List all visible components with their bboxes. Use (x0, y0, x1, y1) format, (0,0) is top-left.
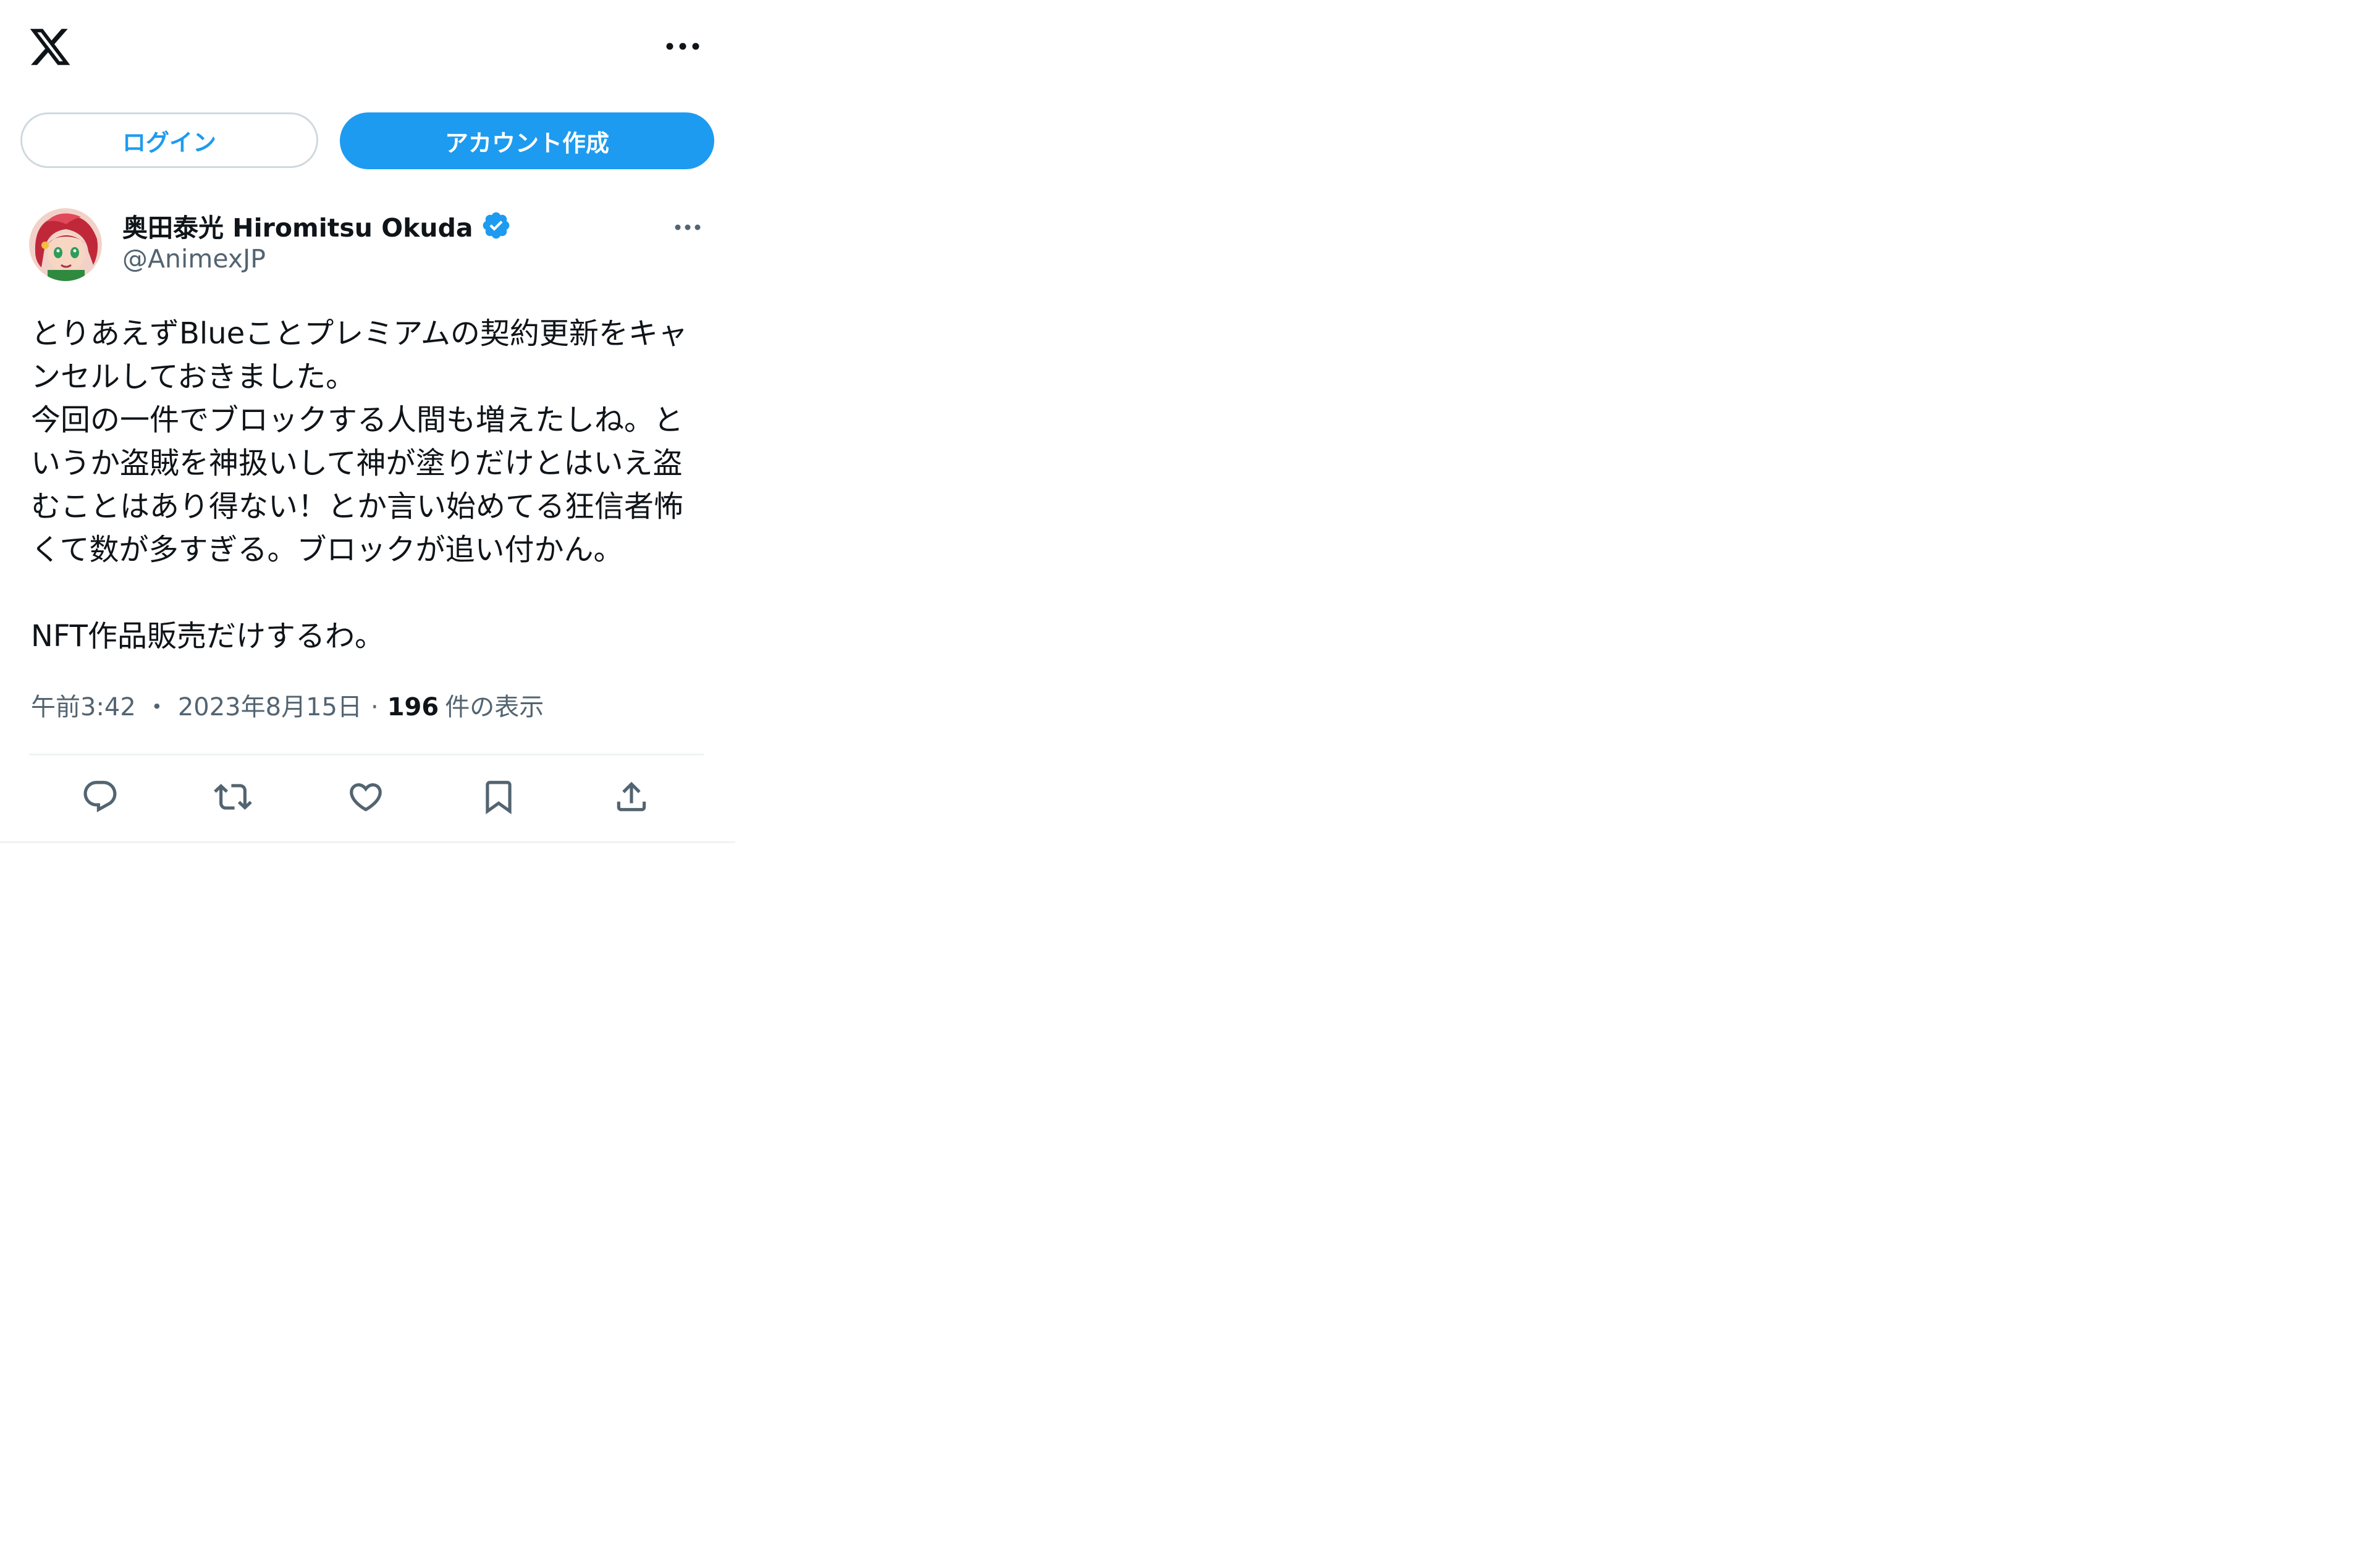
x-logo-icon[interactable] (28, 25, 72, 69)
display-name[interactable]: 奥田泰光 Hiromitsu Okuda (122, 207, 473, 244)
create-account-button[interactable]: アカウント作成 (340, 112, 714, 169)
tweet-meta: 午前3:42 ・ 2023年8月15日 · 196 件の表示 (31, 687, 544, 723)
more-options-icon[interactable] (661, 34, 704, 59)
tweet-date[interactable]: 2023年8月15日 (178, 687, 362, 723)
share-icon[interactable] (610, 775, 653, 818)
tweet-more-options-icon[interactable] (672, 215, 703, 240)
bookmark-icon[interactable] (477, 775, 520, 818)
author-row: 奥田泰光 Hiromitsu Okuda (122, 207, 512, 244)
retweet-icon[interactable] (211, 775, 255, 818)
like-icon[interactable] (344, 775, 387, 818)
tweet-page-column: ログイン アカウント作成 奥田泰光 Hiromitsu Okuda @Anime… (0, 0, 735, 843)
reply-icon[interactable] (78, 775, 122, 818)
tweet-text: とりあえずBlueことプレミアムの契約更新をキャンセルしておきました。 今回の一… (31, 316, 688, 654)
meta-separator: · (370, 693, 379, 721)
views-count: 196 (387, 693, 439, 721)
views-label: 件の表示 (445, 693, 544, 721)
login-button[interactable]: ログイン (20, 112, 318, 168)
verified-badge-icon (481, 210, 512, 241)
avatar[interactable] (29, 208, 102, 281)
divider (29, 754, 704, 755)
tweet-time[interactable]: 午前3:42 (31, 687, 136, 723)
meta-separator: ・ (144, 693, 169, 721)
author-handle[interactable]: @AnimexJP (122, 244, 266, 274)
